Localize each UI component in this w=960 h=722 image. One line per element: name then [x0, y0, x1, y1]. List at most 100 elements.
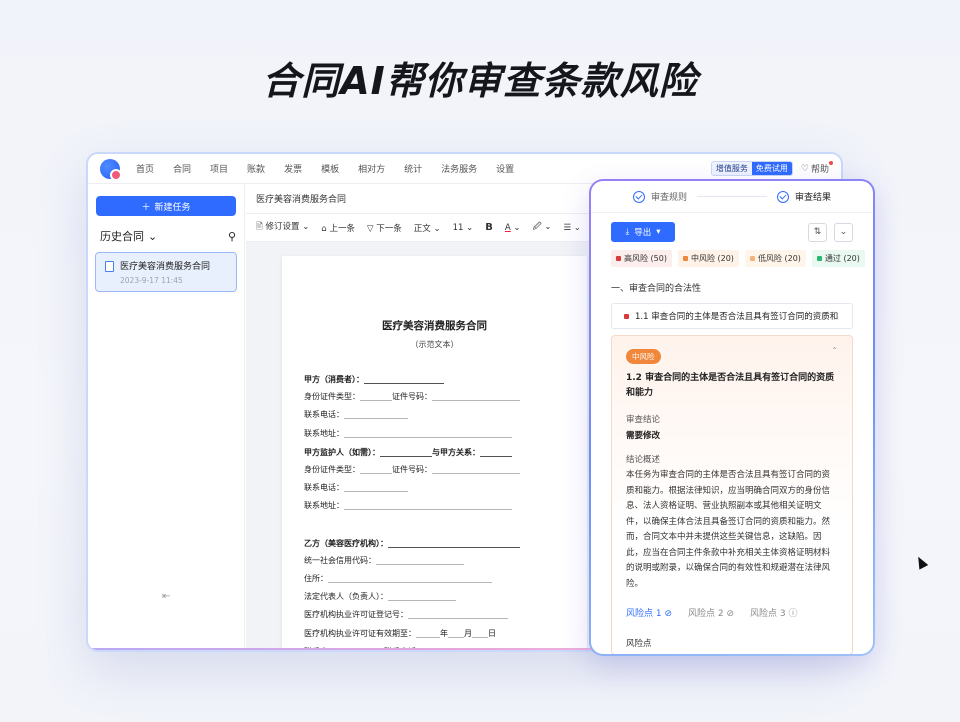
nav-item[interactable]: 发票 [284, 162, 302, 175]
doc-line: 身份证件类型：________证件号码：____________________… [304, 392, 520, 402]
risk-color-marker [682, 256, 688, 261]
doc-body: 甲方（消费者）：____________________ 身份证件类型：_____… [304, 370, 565, 652]
next-label: 下一条 [376, 223, 402, 234]
risk-chip-label: 高风险 (50) [624, 254, 667, 263]
revise-settings-button[interactable]: 🖹 修订设置 ⌄ [256, 220, 309, 235]
font-color-button[interactable]: A ⌄ [505, 223, 521, 233]
conclusion-label: 审查结论 [626, 415, 661, 425]
doc-line: 法定代表人（负责人）：_________________ [304, 592, 456, 602]
conclusion-value: 需要修改 [626, 431, 661, 441]
nav-item[interactable]: 相对方 [358, 162, 385, 175]
new-task-button[interactable]: ＋ 新建任务 [96, 196, 236, 216]
section-title: 一、审查合同的合法性 [611, 284, 702, 294]
doc-line: 住所：_____________________________________… [304, 574, 492, 584]
document-page[interactable]: 医疗美容消费服务合同 （示范文本） 甲方（消费者）：______________… [282, 256, 587, 652]
doc-line: 联系电话：________________ [304, 410, 408, 420]
risk-point-tab[interactable]: 风险点 3 ⓘ [750, 606, 797, 619]
tab-review-results[interactable]: 审查结果 [776, 190, 831, 203]
nav-menu: 首页 合同 项目 账款 发票 模板 相对方 统计 法务服务 设置 [136, 162, 533, 175]
chevron-up-icon[interactable]: ⌃ [831, 346, 838, 355]
caret-down-icon: ▾ [656, 227, 661, 237]
doc-line: 联系电话：________________ [304, 483, 408, 493]
prev-label: 上一条 [329, 223, 356, 234]
result-row-text: 1.1 审查合同的主体是否合法且具有签订合同的资质和 [635, 312, 839, 322]
nav-item[interactable]: 首页 [136, 162, 154, 175]
history-label: 历史合同 [100, 230, 144, 243]
list-icon[interactable]: ☰ ⌄ [563, 223, 580, 233]
doc-line: 乙方（美容医疗机构）：_____________________________… [304, 537, 520, 548]
search-icon[interactable]: ⚲ [228, 230, 236, 243]
collapse-all-icon[interactable]: ⌄ [834, 222, 853, 242]
mouse-cursor-icon [913, 554, 929, 570]
app-logo-icon[interactable] [100, 158, 122, 181]
doc-line: 统一社会信用代码：______________________ [304, 555, 464, 565]
summary-label: 结论概述 [626, 455, 661, 465]
prev-change-button[interactable]: ⌂ 上一条 [321, 222, 355, 234]
font-color-icon: A [504, 222, 511, 233]
highlight-icon: 🖉 [532, 221, 542, 232]
highlight-button[interactable]: 🖉 ⌄ [533, 221, 552, 235]
check-circle-icon [776, 190, 789, 203]
document-icon [105, 261, 114, 272]
nav-item[interactable]: 统计 [404, 162, 422, 175]
risk-chip[interactable]: 高风险 (50) [611, 250, 672, 267]
collapse-sidebar-icon[interactable]: ⇤ [162, 591, 170, 602]
risk-chip[interactable]: 通过 (20) [811, 250, 865, 267]
doc-line [304, 516, 565, 534]
review-panel: 审查规则 审查结果 ⤓ 导出 ▾ ⇅ ⌄ 高风险 (50) 中风险 (20) 低风险… [589, 179, 875, 656]
risk-filter-chips: 高风险 (50) 中风险 (20) 低风险 (20) 通过 (20) [611, 250, 873, 267]
tab-review-results-label: 审查结果 [794, 193, 831, 203]
vip-service-button[interactable]: 增值服务 免费试用 [710, 161, 793, 176]
size-label: 11 [452, 222, 464, 233]
history-item-title: 医疗美容消费服务合同 [120, 262, 211, 272]
help-button[interactable]: ♡ 帮助 [800, 161, 834, 175]
nav-item[interactable]: 合同 [173, 162, 191, 175]
next-change-button[interactable]: ▽ 下一条 [367, 222, 402, 234]
history-item[interactable]: 医疗美容消费服务合同 2023-9-17 11:45 [95, 252, 237, 292]
risk-color-marker [616, 256, 621, 261]
nav-item[interactable]: 账款 [247, 162, 265, 175]
risk-color-marker [816, 256, 822, 261]
new-task-label: 新建任务 [154, 202, 191, 213]
high-risk-marker [624, 313, 629, 319]
paragraph-style-select[interactable]: 正文 ⌄ [414, 222, 441, 234]
doc-title: 医疗美容消费服务合同 [382, 320, 487, 332]
heart-icon: ♡ [800, 163, 809, 174]
bold-button[interactable]: B [485, 222, 493, 233]
risk-level-badge: 中风险 [626, 349, 661, 364]
style-label: 正文 [413, 223, 431, 234]
doc-line: 身份证件类型：________证件号码：____________________… [304, 464, 520, 474]
sidebar: ＋ 新建任务 历史合同 ⌄ ⚲ 医疗美容消费服务合同 2023-9-17 11:… [88, 184, 245, 650]
risk-point-tab[interactable]: 风险点 1 ⊘ [626, 606, 672, 619]
doc-line: 甲方监护人（如需）：_____________与甲方关系：________ [304, 446, 512, 457]
risk-point-tab[interactable]: 风险点 2 ⊘ [688, 606, 734, 619]
font-size-select[interactable]: 11 ⌄ [453, 223, 474, 233]
nav-item[interactable]: 项目 [210, 162, 228, 175]
nav-item[interactable]: 法务服务 [441, 162, 477, 175]
export-button[interactable]: ⤓ 导出 ▾ [611, 222, 675, 242]
risk-chip-label: 低风险 (20) [757, 254, 801, 263]
risk-chip[interactable]: 中风险 (20) [677, 250, 739, 267]
nav-item[interactable]: 设置 [496, 162, 514, 175]
sort-icon[interactable]: ⇅ [808, 222, 827, 242]
export-label: 导出 [634, 228, 652, 238]
nav-item[interactable]: 模板 [321, 162, 339, 175]
tab-review-rules[interactable]: 审查规则 [633, 190, 687, 203]
risk-chip-label: 通过 (20) [824, 254, 860, 263]
doc-line: 联系地址：___________________________________… [304, 428, 512, 438]
risk-point-tabs: 风险点 1 ⊘ 风险点 2 ⊘ 风险点 3 ⓘ [626, 606, 838, 619]
plus-icon: ＋ [141, 202, 151, 213]
result-row[interactable]: 1.1 审查合同的主体是否合法且具有签订合同的资质和 [611, 303, 853, 329]
step-divider [697, 196, 767, 197]
history-item-date: 2023-9-17 11:45 [120, 276, 183, 285]
doc-line: 联系人：____________联系电话：______________ [304, 646, 480, 652]
tab-review-rules-label: 审查规则 [651, 193, 688, 203]
doc-subtitle: （示范文本） [410, 340, 459, 349]
history-dropdown[interactable]: 历史合同 ⌄ [100, 228, 157, 244]
vip-label: 增值服务 [711, 162, 752, 175]
risk-color-marker [749, 256, 755, 261]
risk-point-label: 风险点 [626, 639, 652, 649]
summary-text: 本任务为审查合同的主体是否合法且具有签订合同的资质和能力。根据法律知识，应当明确… [626, 470, 831, 589]
chevron-down-icon: ⌄ [148, 229, 158, 243]
risk-chip[interactable]: 低风险 (20) [744, 250, 806, 267]
